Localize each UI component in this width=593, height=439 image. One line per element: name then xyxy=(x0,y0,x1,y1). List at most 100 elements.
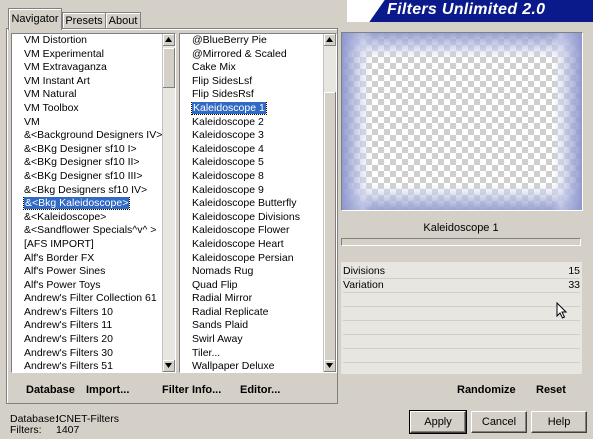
filter-item[interactable]: Kaleidoscope Persian xyxy=(180,252,323,266)
filter-item[interactable]: Quad Flip xyxy=(180,279,323,293)
cancel-button[interactable]: Cancel xyxy=(471,411,527,433)
import-button[interactable]: Import... xyxy=(86,384,129,396)
filter-item-label: Kaleidoscope Butterfly xyxy=(192,197,297,210)
filter-scrollbar[interactable] xyxy=(323,34,336,372)
filter-item[interactable]: Kaleidoscope 2 xyxy=(180,116,323,130)
category-item[interactable]: &<BKg Designer sf10 II> xyxy=(12,156,162,170)
scroll-thumb[interactable] xyxy=(163,48,175,88)
filter-item[interactable]: Swirl Away xyxy=(180,333,323,347)
category-item[interactable]: Alf's Power Sines xyxy=(12,265,162,279)
category-item[interactable]: &<BKg Designer sf10 III> xyxy=(12,170,162,184)
category-item-label: VM Toolbox xyxy=(24,101,79,114)
app-title: Filters Unlimited 2.0 xyxy=(387,1,546,18)
apply-button[interactable]: Apply xyxy=(409,410,467,434)
filter-item[interactable]: Kaleidoscope Heart xyxy=(180,238,323,252)
tab-about[interactable]: About xyxy=(105,12,141,29)
filter-item[interactable]: Radial Mirror xyxy=(180,292,323,306)
category-list-items: VM Distortion VM Experimental VM Extravaga… xyxy=(12,34,162,372)
category-item[interactable]: Andrew's Filters 10 xyxy=(12,306,162,320)
filter-item[interactable]: Cake Mix xyxy=(180,61,323,75)
filter-item[interactable]: Wallpaper Deluxe xyxy=(180,360,323,372)
filter-item-label: Cake Mix xyxy=(192,61,236,74)
category-item[interactable]: VM Instant Art xyxy=(12,75,162,89)
category-item[interactable]: [AFS IMPORT] xyxy=(12,238,162,252)
category-item[interactable]: Andrew's Filters 11 xyxy=(12,319,162,333)
filter-item[interactable]: Kaleidoscope 8 xyxy=(180,170,323,184)
param-row-empty xyxy=(343,320,580,335)
filter-item[interactable]: Kaleidoscope 1 xyxy=(180,101,323,116)
editor-button[interactable]: Editor... xyxy=(240,384,280,396)
filter-item[interactable]: Kaleidoscope 9 xyxy=(180,184,323,198)
tab-presets[interactable]: Presets xyxy=(62,12,106,29)
category-item[interactable]: VM Distortion xyxy=(12,34,162,48)
scroll-down-button[interactable] xyxy=(163,360,175,372)
filter-item[interactable]: Kaleidoscope 5 xyxy=(180,156,323,170)
filter-item-label: Kaleidoscope 2 xyxy=(192,115,264,128)
filter-item[interactable]: Sands Plaid xyxy=(180,319,323,333)
filter-item[interactable]: Kaleidoscope Divisions xyxy=(180,211,323,225)
filter-item-label: Kaleidoscope 8 xyxy=(192,169,264,182)
filter-item[interactable]: Kaleidoscope 3 xyxy=(180,129,323,143)
filter-item[interactable]: Flip SidesLsf xyxy=(180,75,323,89)
category-item[interactable]: Andrew's Filters 51 xyxy=(12,360,162,372)
filter-item-label: Swirl Away xyxy=(192,333,243,346)
param-row-divisions[interactable]: Divisions 15 xyxy=(343,264,580,279)
filter-preview xyxy=(341,32,583,211)
scroll-up-button[interactable] xyxy=(324,34,336,46)
category-item[interactable]: VM Extravaganza xyxy=(12,61,162,75)
param-row-empty xyxy=(343,334,580,349)
filter-info-button[interactable]: Filter Info... xyxy=(162,384,221,396)
category-item[interactable]: &<Kaleidoscope> xyxy=(12,211,162,225)
category-item[interactable]: VM xyxy=(12,116,162,130)
param-value: 33 xyxy=(568,279,580,291)
scroll-down-arrow-icon xyxy=(326,363,333,368)
reset-button[interactable]: Reset xyxy=(536,384,566,396)
category-item-label: Andrew's Filters 10 xyxy=(24,305,113,318)
category-item[interactable]: Alf's Power Toys xyxy=(12,279,162,293)
filter-item[interactable]: Flip SidesRsf xyxy=(180,88,323,102)
category-item[interactable]: Andrew's Filters 30 xyxy=(12,347,162,361)
category-item[interactable]: Andrew's Filter Collection 61 xyxy=(12,292,162,306)
database-button[interactable]: Database xyxy=(26,384,75,396)
param-row-variation[interactable]: Variation 33 xyxy=(343,278,580,293)
filter-item-label: Nomads Rug xyxy=(192,265,254,278)
randomize-button[interactable]: Randomize xyxy=(457,384,516,396)
scroll-up-button[interactable] xyxy=(163,34,175,46)
category-item[interactable]: &<Sandflower Specials^v^ > xyxy=(12,224,162,238)
help-button[interactable]: Help xyxy=(531,411,587,433)
category-item[interactable]: VM Experimental xyxy=(12,48,162,62)
category-item-label: Alf's Power Toys xyxy=(24,278,101,291)
progress-bar xyxy=(341,238,581,246)
preview-frame-bottom xyxy=(342,184,582,210)
category-item[interactable]: VM Natural xyxy=(12,88,162,102)
category-item-label: Andrew's Filters 30 xyxy=(24,346,113,359)
filter-item[interactable]: @BlueBerry Pie xyxy=(180,34,323,48)
filter-list[interactable]: @BlueBerry Pie @Mirrored & Scaled Cake Mix… xyxy=(179,33,337,373)
filter-item[interactable]: Tiler... xyxy=(180,347,323,361)
category-item[interactable]: &<Bkg Kaleidoscope> xyxy=(12,197,162,211)
filter-item[interactable]: Kaleidoscope Butterfly xyxy=(180,197,323,211)
filter-item[interactable]: Kaleidoscope Flower xyxy=(180,224,323,238)
category-list[interactable]: VM Distortion VM Experimental VM Extravaga… xyxy=(11,33,176,373)
filter-list-items: @BlueBerry Pie @Mirrored & Scaled Cake Mix… xyxy=(180,34,323,372)
category-item[interactable]: &<BKg Designer sf10 I> xyxy=(12,143,162,157)
tab-navigator[interactable]: Navigator xyxy=(8,8,62,30)
preview-filter-name: Kaleidoscope 1 xyxy=(423,222,499,234)
category-item-label: &<BKg Designer sf10 II> xyxy=(24,156,140,169)
category-scrollbar[interactable] xyxy=(162,34,175,372)
filter-item-label: Tiler... xyxy=(192,346,221,359)
category-item[interactable]: Alf's Border FX xyxy=(12,252,162,266)
filter-item[interactable]: Radial Replicate xyxy=(180,306,323,320)
filter-item[interactable]: @Mirrored & Scaled xyxy=(180,48,323,62)
category-item[interactable]: &<Background Designers IV> xyxy=(12,129,162,143)
category-item-label: Alf's Border FX xyxy=(24,251,95,264)
filter-item[interactable]: Nomads Rug xyxy=(180,265,323,279)
category-item[interactable]: Andrew's Filters 20 xyxy=(12,333,162,347)
filters-count: 1407 xyxy=(56,424,80,436)
category-item[interactable]: &<Bkg Designers sf10 IV> xyxy=(12,184,162,198)
scroll-down-button[interactable] xyxy=(324,360,336,372)
category-item[interactable]: VM Toolbox xyxy=(12,102,162,116)
scroll-thumb[interactable] xyxy=(324,92,336,362)
param-label: Divisions xyxy=(343,265,386,277)
filter-item[interactable]: Kaleidoscope 4 xyxy=(180,143,323,157)
